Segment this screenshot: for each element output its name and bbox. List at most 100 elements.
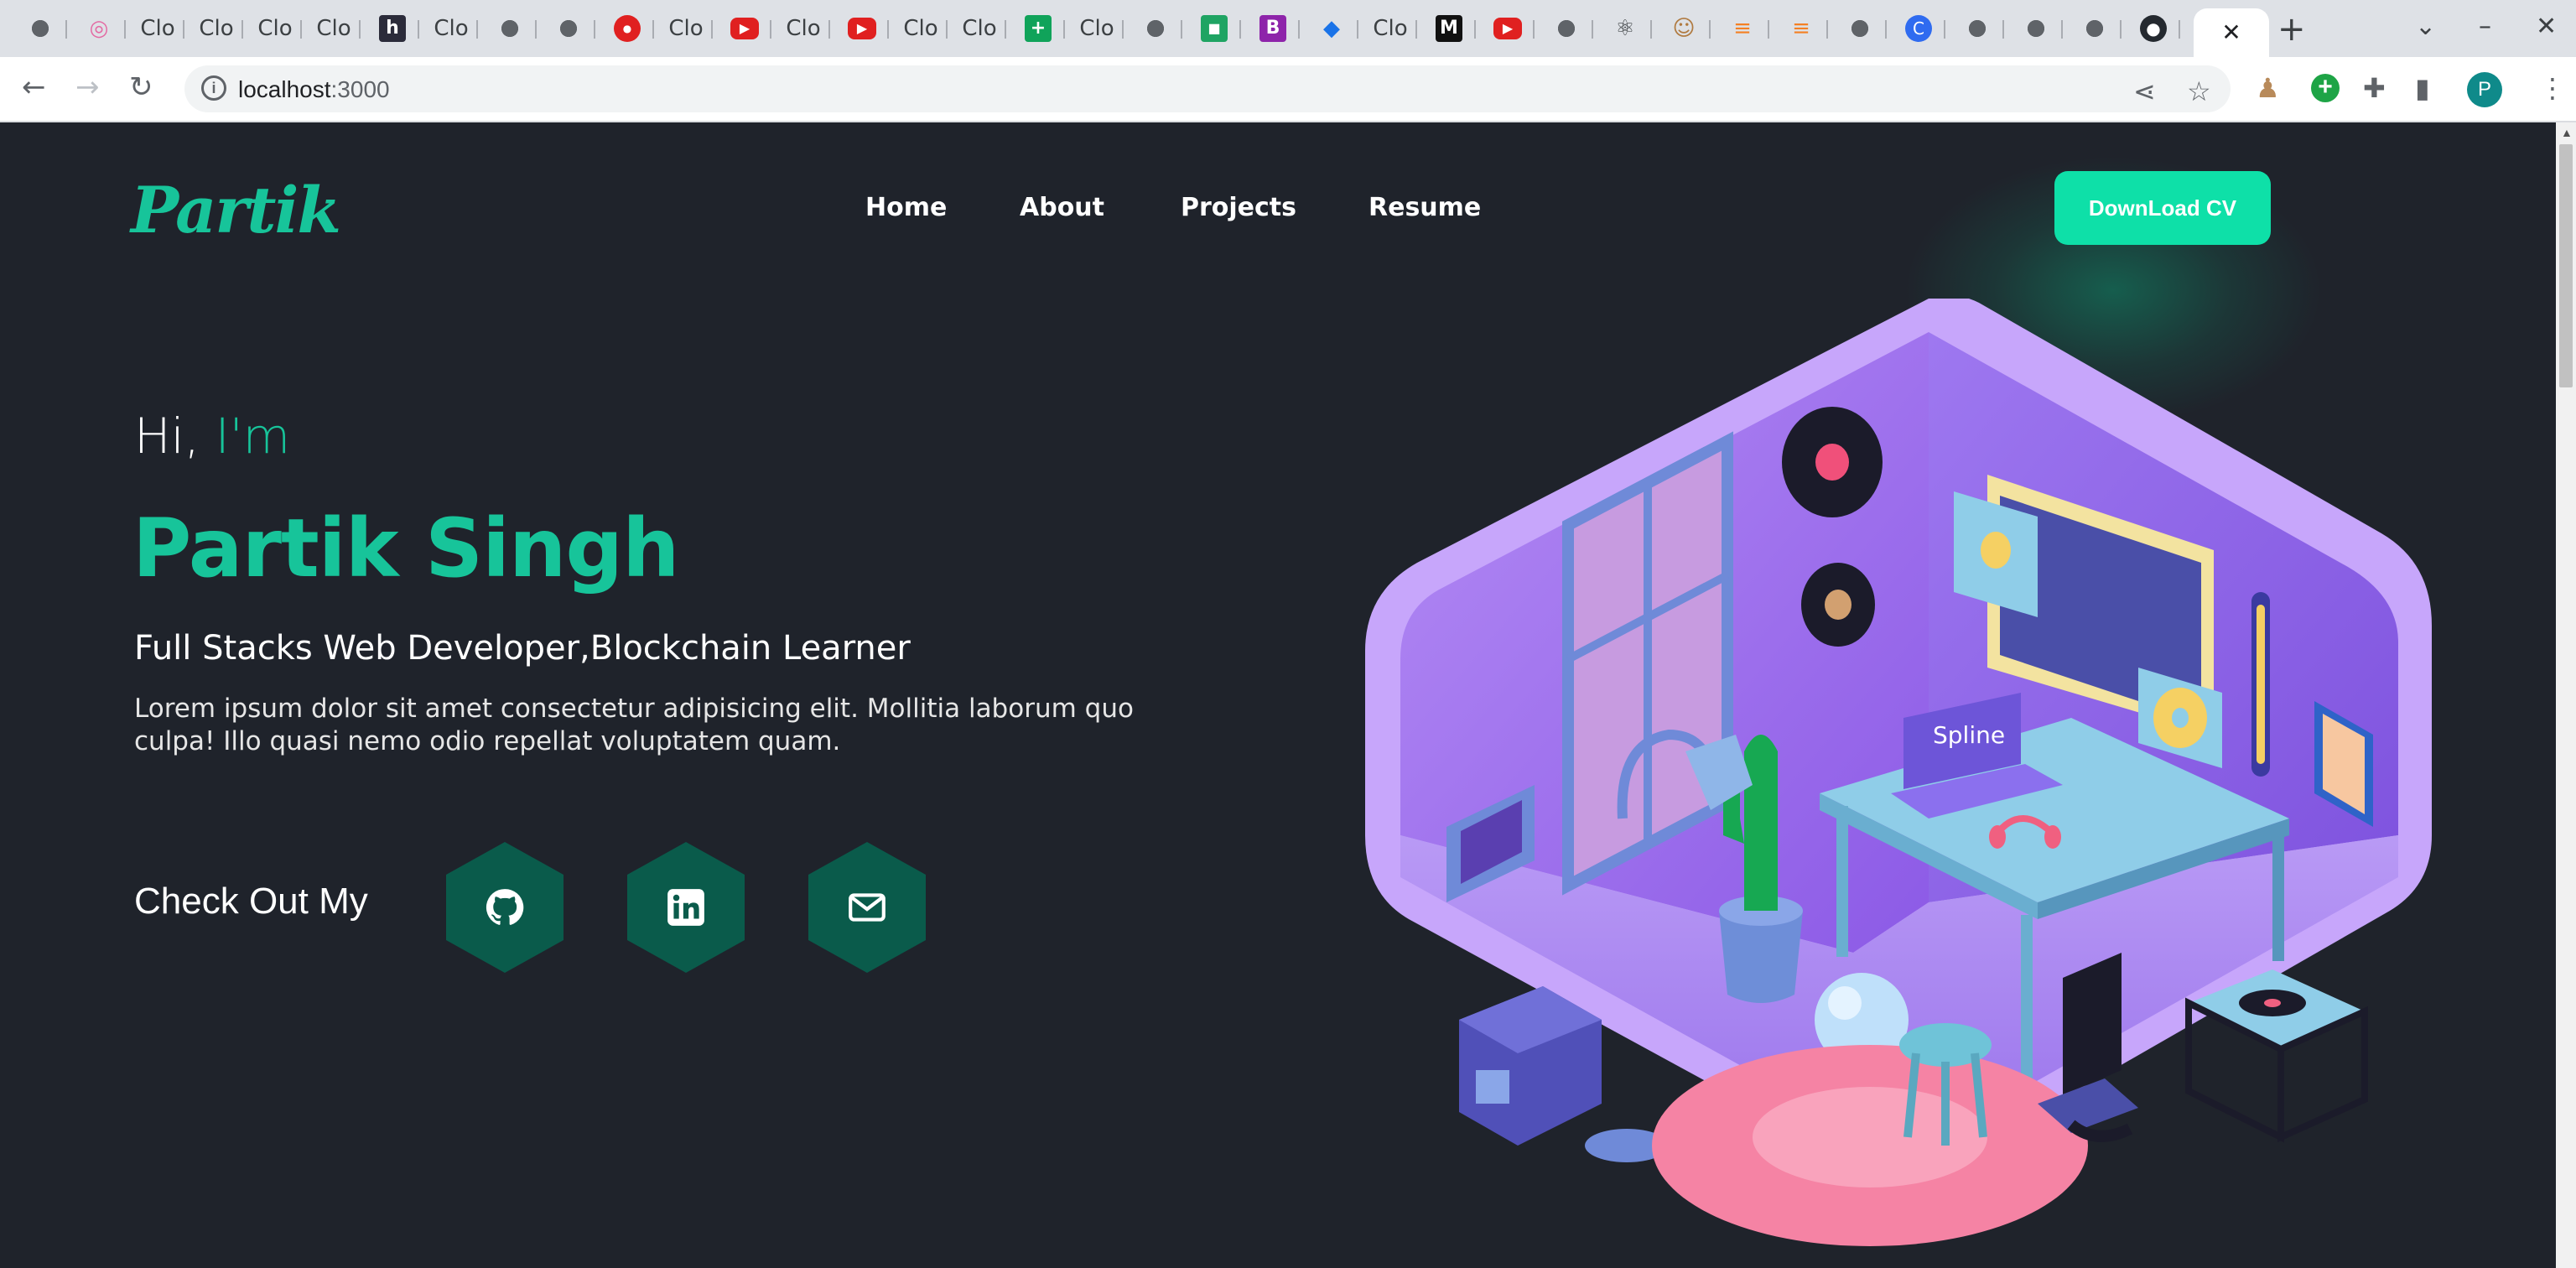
browser-tab[interactable]: [1129, 8, 1182, 49]
browser-tab[interactable]: C: [1892, 8, 1945, 49]
hero-description: Lorem ipsum dolor sit amet consectetur a…: [134, 694, 1134, 756]
meerkat-icon: ☺: [1672, 16, 1696, 41]
address-bar[interactable]: i localhost:3000 ⋖ ☆: [184, 65, 2231, 112]
browser-tab[interactable]: ⚛: [1598, 8, 1652, 49]
globe-icon: [27, 15, 54, 42]
browser-tab[interactable]: [483, 8, 537, 49]
reload-button[interactable]: ↻: [129, 70, 153, 104]
scroll-up-arrow-icon[interactable]: ▲: [2561, 126, 2573, 139]
minimize-icon[interactable]: –: [2479, 12, 2491, 41]
download-cv-button[interactable]: DownLoad CV: [2054, 171, 2271, 245]
bookmark-star-icon[interactable]: ☆: [2187, 75, 2211, 107]
stackoverflow-icon: ≡: [1792, 16, 1810, 41]
hashnode-icon: h: [379, 15, 406, 42]
browser-tab[interactable]: [13, 8, 67, 49]
globe-icon: [2081, 15, 2108, 42]
github-link[interactable]: [446, 842, 564, 973]
url-text[interactable]: localhost:3000: [238, 76, 390, 103]
back-button[interactable]: ←: [22, 70, 46, 104]
browser-tab[interactable]: ☺: [1657, 8, 1711, 49]
nav-about[interactable]: About: [1020, 193, 1104, 222]
youtube-icon: ▶: [1493, 18, 1522, 39]
page-scrollbar[interactable]: ▲: [2556, 122, 2576, 1268]
side-panel-icon[interactable]: ▮: [2415, 72, 2430, 104]
site-info-icon[interactable]: i: [201, 75, 226, 101]
hero-room-illustration[interactable]: Spline: [1350, 299, 2440, 1268]
browser-tab[interactable]: ◆: [1305, 8, 1358, 49]
share-icon[interactable]: ⋖: [2133, 75, 2156, 107]
new-tab-button[interactable]: +: [2277, 10, 2306, 49]
browser-tab[interactable]: [2009, 8, 2063, 49]
browser-tab[interactable]: Clo: [424, 8, 478, 49]
github-icon: ●: [2140, 15, 2167, 42]
mail-icon: [849, 893, 886, 922]
browser-tab[interactable]: ●: [2127, 8, 2180, 49]
b-icon: B: [1259, 15, 1286, 42]
browser-tab[interactable]: Clo: [307, 8, 361, 49]
nav-home[interactable]: Home: [865, 193, 947, 222]
email-link[interactable]: [808, 842, 926, 973]
browser-tab[interactable]: [1833, 8, 1887, 49]
browser-tab[interactable]: Clo: [894, 8, 948, 49]
globe-icon: [1142, 15, 1169, 42]
linkedin-link[interactable]: [627, 842, 745, 973]
linkedin-icon: [667, 889, 704, 926]
browser-tab[interactable]: ◎: [72, 8, 126, 49]
react-icon: ⚛: [1615, 16, 1635, 41]
nav-projects[interactable]: Projects: [1181, 193, 1296, 222]
profile-avatar[interactable]: P: [2467, 72, 2502, 107]
sheets-icon: +: [1025, 15, 1052, 42]
browser-tab[interactable]: ≡: [1774, 8, 1828, 49]
browser-tab[interactable]: [1950, 8, 2004, 49]
browser-tab[interactable]: Clo: [776, 8, 830, 49]
browser-tab[interactable]: ■: [1187, 8, 1241, 49]
hero-name: Partik Singh: [132, 501, 679, 595]
browser-tab[interactable]: [1540, 8, 1593, 49]
browser-tab[interactable]: +: [1011, 8, 1065, 49]
globe-icon: [1964, 15, 1991, 42]
close-tab-icon[interactable]: ✕: [2218, 19, 2245, 46]
globe-icon: [2023, 15, 2049, 42]
tab-search-icon[interactable]: ⌄: [2415, 12, 2436, 41]
browser-tab[interactable]: ●: [600, 8, 654, 49]
browser-tab[interactable]: Clo: [953, 8, 1006, 49]
forward-button[interactable]: →: [75, 70, 100, 104]
browser-tab[interactable]: h: [366, 8, 419, 49]
m-icon: M: [1436, 15, 1462, 42]
extensions-puzzle-icon[interactable]: ✚: [2363, 72, 2386, 104]
globe-icon: [1846, 15, 1873, 42]
browser-tab[interactable]: Clo: [659, 8, 713, 49]
site-logo[interactable]: Partik: [131, 173, 341, 247]
browser-tab[interactable]: B: [1246, 8, 1300, 49]
checkout-label: Check Out My: [134, 881, 368, 922]
close-window-icon[interactable]: ✕: [2536, 12, 2557, 41]
browser-tab[interactable]: [542, 8, 595, 49]
browser-tab[interactable]: ≡: [1716, 8, 1769, 49]
extension-icon[interactable]: ♟: [2256, 72, 2280, 104]
badge-icon: ●: [614, 15, 641, 42]
browser-tab[interactable]: ▶: [1481, 8, 1535, 49]
browser-tab[interactable]: Clo: [1363, 8, 1417, 49]
browser-tab[interactable]: Clo: [248, 8, 302, 49]
browser-tab[interactable]: Clo: [1070, 8, 1124, 49]
menu-kebab-icon[interactable]: ⋮: [2539, 72, 2566, 104]
globe-icon: [496, 15, 523, 42]
browser-tab[interactable]: Clo: [190, 8, 243, 49]
c-icon: C: [1905, 15, 1932, 42]
scrollbar-thumb[interactable]: [2559, 144, 2573, 387]
browser-tab[interactable]: M: [1422, 8, 1476, 49]
browser-tab-active[interactable]: ✕: [2194, 8, 2269, 57]
nav-resume[interactable]: Resume: [1368, 193, 1481, 222]
youtube-icon: ▶: [730, 18, 759, 39]
browser-toolbar: ← → ↻ i localhost:3000 ⋖ ☆ ♟ + ✚ ▮ P ⋮: [0, 57, 2576, 122]
browser-tab[interactable]: [2068, 8, 2122, 49]
browser-tab[interactable]: Clo: [131, 8, 184, 49]
browser-tab[interactable]: ▶: [718, 8, 771, 49]
extension-plus-icon[interactable]: +: [2311, 74, 2340, 102]
laptop-screen-label: Spline: [1933, 721, 2005, 749]
hero-role: Full Stacks Web Developer,Blockchain Lea…: [134, 629, 911, 668]
diamond-icon: ◆: [1323, 16, 1340, 41]
browser-tab[interactable]: ▶: [835, 8, 889, 49]
portfolio-page: Partik Home About Projects Resume DownLo…: [0, 122, 2556, 1268]
globe-icon: [1553, 15, 1580, 42]
